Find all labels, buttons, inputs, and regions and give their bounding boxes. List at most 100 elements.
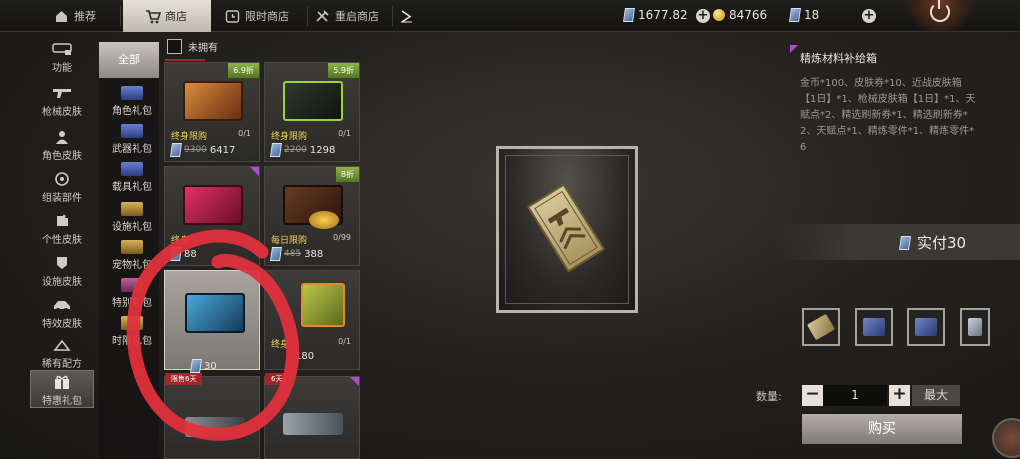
gift-box-icon — [121, 162, 143, 176]
tab-restart-shop[interactable]: 重启商店 — [315, 0, 395, 32]
sale-price: 30 — [204, 360, 217, 372]
gift-box-icon — [121, 202, 143, 216]
ticket-icon — [190, 359, 202, 373]
ticket-icon — [270, 143, 282, 157]
crate-image — [185, 293, 245, 333]
coin-pile — [309, 211, 339, 229]
sale-price: 180 — [295, 351, 315, 362]
power-icon[interactable] — [930, 0, 950, 22]
puzzle-icon — [51, 214, 73, 228]
sub-item-special-gift[interactable]: 特别礼包 — [107, 278, 157, 309]
add-currency-button[interactable]: + — [696, 9, 710, 23]
nav-item-special-gift[interactable]: 特惠礼包 — [30, 370, 94, 408]
product-card[interactable]: 限售6天 — [164, 373, 260, 459]
sale-price: 88 — [184, 248, 197, 260]
tab-restart-shop-label: 重启商店 — [335, 10, 379, 23]
sub-item-pet-gift[interactable]: 宠物礼包 — [107, 240, 157, 271]
ticket-amount: 1677.82 — [638, 8, 688, 22]
buy-button[interactable]: 购买 — [802, 414, 962, 444]
restart-icon — [315, 9, 330, 24]
rarity-corner — [250, 167, 259, 176]
crate-image — [183, 185, 243, 225]
discount-badge: 6.9折 — [228, 63, 259, 78]
discount-badge: 8折 — [335, 167, 359, 182]
nav-item-label: 功能 — [52, 63, 72, 74]
coin-icon — [713, 9, 725, 21]
nav-item-label: 枪械皮肤 — [42, 107, 82, 118]
content-thumb[interactable] — [855, 308, 893, 346]
gift-box-icon — [121, 124, 143, 138]
product-card[interactable]: 终身 0/1 180 — [264, 270, 360, 370]
ticket-icon — [170, 247, 182, 261]
quantity-input[interactable]: 1 — [823, 385, 887, 406]
sub-item-all[interactable]: 全部 — [99, 42, 159, 78]
gun-icon — [51, 86, 73, 100]
side-menu-button[interactable] — [992, 418, 1020, 458]
content-thumb[interactable] — [907, 308, 945, 346]
aircraft-image — [185, 417, 245, 437]
original-price: 9300 — [184, 145, 207, 155]
tab-shop[interactable]: 商店 — [123, 0, 211, 32]
sale-price: 1298 — [309, 144, 336, 156]
tab-recommend[interactable]: 推荐 — [48, 0, 118, 32]
content-thumb[interactable] — [960, 308, 990, 346]
pay-bar — [776, 224, 1020, 260]
nav-item-gun-skin[interactable]: 枪械皮肤 — [30, 84, 94, 124]
sub-item-facility-gift[interactable]: 设施礼包 — [107, 202, 157, 233]
tab-shop-label: 商店 — [165, 10, 187, 23]
price-row: 9300 6417 — [170, 143, 236, 157]
nav-item-label: 特效皮肤 — [42, 319, 82, 330]
product-card[interactable]: 8折 每日限购 0/99 485 388 — [264, 166, 360, 266]
sub-item-label: 宠物礼包 — [112, 260, 152, 271]
quantity-minus-button[interactable]: − — [802, 385, 823, 406]
ticket-icon — [899, 235, 911, 250]
not-owned-checkbox[interactable] — [167, 39, 182, 54]
product-card[interactable]: 终身 88 — [164, 166, 260, 266]
add-voucher-button[interactable]: + — [862, 9, 876, 23]
sub-item-label: 武器礼包 — [112, 144, 152, 155]
quantity-plus-button[interactable]: + — [889, 385, 910, 406]
item-description: 金币*100、皮肤券*10、近战皮肤箱【1日】*1、枪械皮肤箱【1日】*1、天赋… — [800, 78, 976, 153]
gold-amount: 84766 — [729, 8, 768, 22]
gift-box-icon — [121, 278, 143, 292]
tab-limited-shop[interactable]: 限时商店 — [225, 0, 305, 32]
product-card[interactable]: 6天 — [264, 373, 360, 459]
sub-item-vehicle-gift[interactable]: 载具礼包 — [107, 162, 157, 193]
limit-count: 0/1 — [238, 129, 251, 138]
ticket-icon — [623, 8, 635, 22]
sub-item-timed-gift[interactable]: 时限礼包 — [107, 316, 157, 347]
limit-count: 0/99 — [333, 233, 351, 242]
nav-item-label: 特惠礼包 — [42, 396, 82, 407]
sale-price: 6417 — [209, 144, 236, 156]
clock-icon — [225, 9, 240, 24]
original-price: 485 — [284, 249, 302, 259]
nav-item-effect-skin[interactable]: 特效皮肤 — [30, 296, 94, 336]
nav-item-label: 个性皮肤 — [42, 235, 82, 246]
nav-item-parts[interactable]: 组装部件 — [30, 170, 94, 210]
nav-item-facility-skin[interactable]: 设施皮肤 — [30, 254, 94, 294]
more-tabs-button[interactable] — [399, 0, 419, 32]
product-card-selected[interactable]: 30 — [164, 270, 260, 373]
nav-item-function[interactable]: 功能 — [30, 40, 94, 80]
crate-thumb-image — [915, 318, 937, 336]
quantity-max-button[interactable]: 最大 — [912, 385, 960, 406]
not-owned-filter[interactable]: 未拥有 — [167, 39, 218, 54]
limit-count: 0/1 — [338, 337, 351, 346]
sub-item-weapon-gift[interactable]: 武器礼包 — [107, 124, 157, 155]
sub-item-role-gift[interactable]: 角色礼包 — [107, 86, 157, 117]
product-card[interactable]: 6.9折 终身限购 0/1 9300 6417 — [164, 59, 260, 162]
pay-total: 实付30 — [899, 232, 966, 253]
crate-image — [183, 81, 243, 121]
product-card[interactable]: 5.9折 终身限购 0/1 2200 1298 — [264, 62, 360, 162]
content-thumb[interactable] — [802, 308, 840, 346]
ticket-balance: 1677.82 — [623, 8, 688, 22]
limited-tag — [165, 59, 205, 61]
sub-category-nav: 全部 角色礼包 武器礼包 载具礼包 设施礼包 宠物礼包 特别礼包 时限礼包 — [99, 42, 159, 459]
gift-icon — [51, 375, 73, 389]
nav-item-personal-skin[interactable]: 个性皮肤 — [30, 212, 94, 252]
price-row: 30 — [190, 359, 217, 373]
nav-item-label: 角色皮肤 — [42, 151, 82, 162]
top-bar: 推荐 商店 限时商店 重启商店 1677.82 + 84766 18 + — [0, 0, 1020, 32]
crate-thumb-image — [968, 318, 982, 336]
nav-item-role-skin[interactable]: 角色皮肤 — [30, 128, 94, 168]
